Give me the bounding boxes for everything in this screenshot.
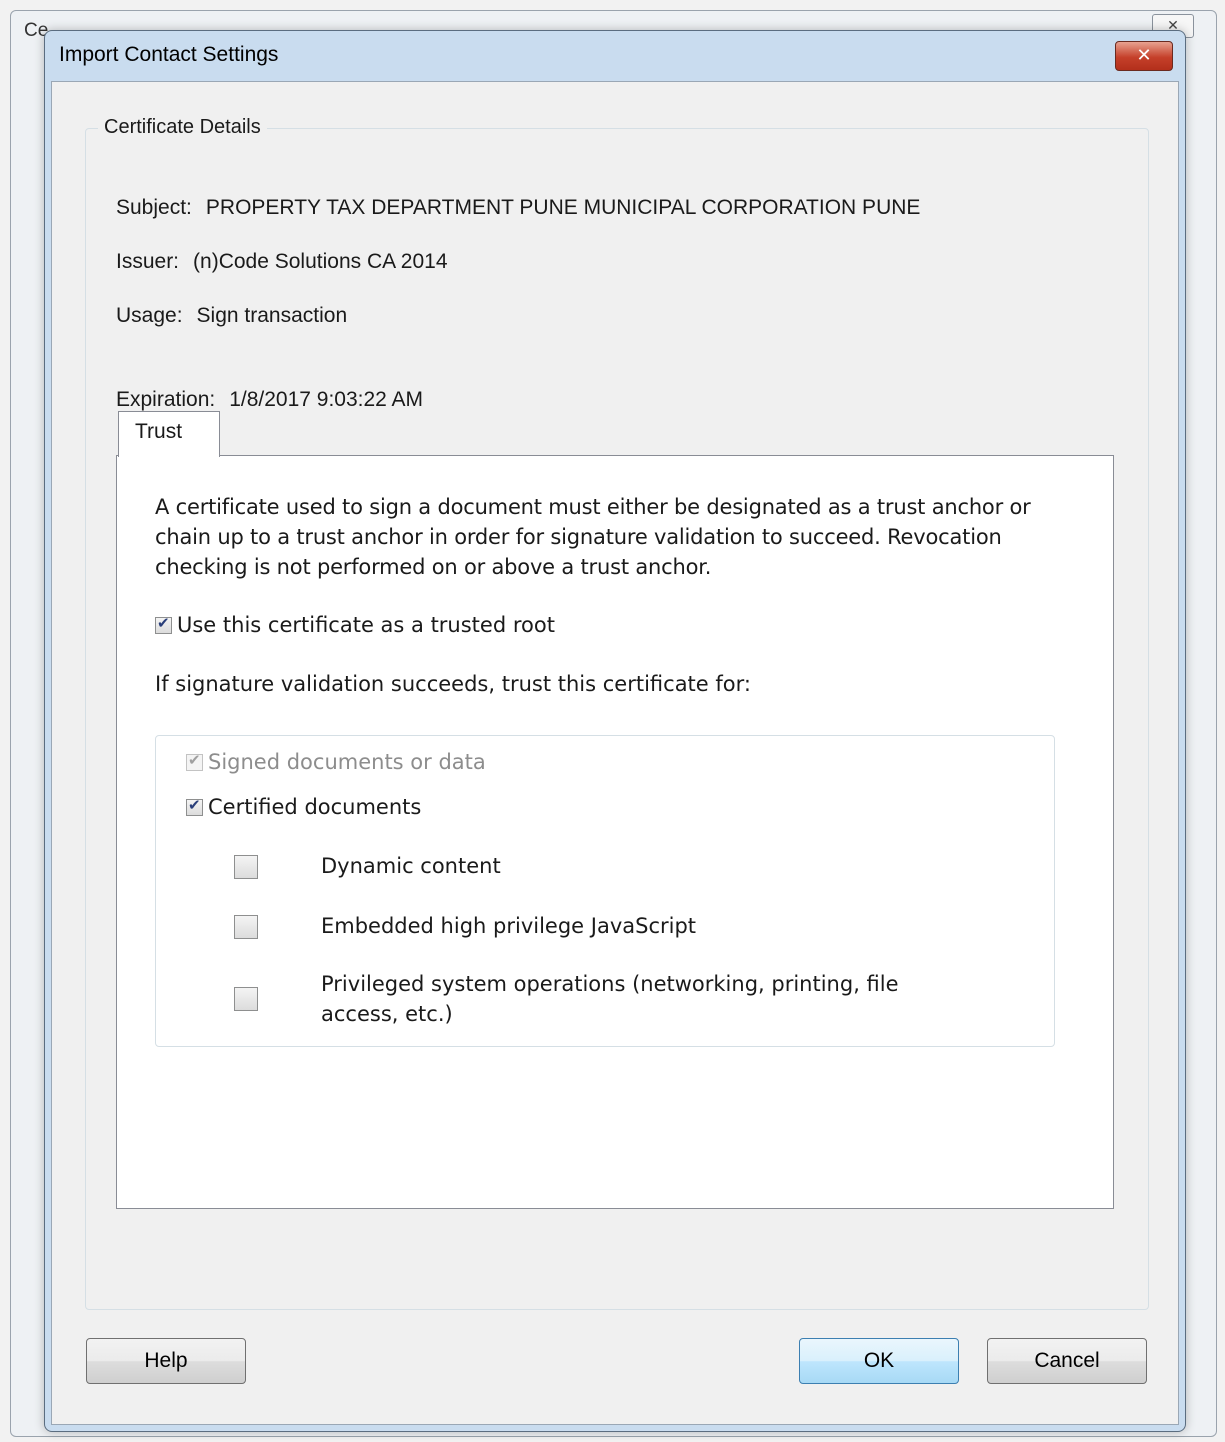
usage-label: Usage:	[116, 304, 183, 327]
signed-docs-label: Signed documents or data	[208, 750, 486, 774]
subject-row: Subject: PROPERTY TAX DEPARTMENT PUNE MUN…	[116, 196, 920, 220]
trust-for-row: If signature validation succeeds, trust …	[155, 672, 751, 696]
signed-docs-checkbox	[186, 751, 203, 771]
expiration-label: Expiration:	[116, 388, 216, 411]
dynamic-content-label: Dynamic content	[321, 854, 501, 878]
system-operations-label: Privileged system operations (networking…	[321, 972, 899, 1026]
ok-button[interactable]: OK	[799, 1338, 959, 1384]
tab-trust[interactable]: Trust	[118, 411, 220, 457]
certified-docs-checkbox[interactable]	[186, 796, 203, 816]
import-contact-settings-dialog: Import Contact Settings ✕ Certificate De…	[44, 30, 1186, 1432]
expiration-row: Expiration: 1/8/2017 9:03:22 AM	[116, 388, 423, 412]
trust-tab-panel: A certificate used to sign a document mu…	[116, 455, 1114, 1209]
issuer-row: Issuer: (n)Code Solutions CA 2014	[116, 250, 448, 274]
system-operations-checkbox[interactable]	[234, 987, 258, 1011]
issuer-value: (n)Code Solutions CA 2014	[193, 250, 448, 273]
javascript-checkbox[interactable]	[234, 915, 258, 939]
trust-permissions-group: Signed documents or data Certified docum…	[155, 735, 1055, 1047]
certified-docs-checkbox-row[interactable]: Certified documents	[186, 795, 421, 819]
usage-row: Usage: Sign transaction	[116, 304, 347, 328]
cancel-button[interactable]: Cancel	[987, 1338, 1147, 1384]
dialog-titlebar[interactable]: Import Contact Settings ✕	[45, 31, 1185, 81]
dialog-title: Import Contact Settings	[59, 43, 279, 66]
subject-value: PROPERTY TAX DEPARTMENT PUNE MUNICIPAL C…	[205, 196, 921, 219]
certificate-details-title: Certificate Details	[98, 116, 267, 139]
dynamic-content-checkbox[interactable]	[234, 855, 258, 879]
dialog-client-area: Certificate Details Subject: PROPERTY TAX…	[51, 81, 1179, 1425]
help-button[interactable]: Help	[86, 1338, 246, 1384]
certified-docs-label: Certified documents	[208, 795, 422, 819]
usage-value: Sign transaction	[196, 304, 348, 327]
trust-for-label: If signature validation succeeds, trust …	[155, 672, 751, 696]
signed-docs-checkbox-row: Signed documents or data	[186, 750, 486, 774]
trust-description: A certificate used to sign a document mu…	[155, 495, 1031, 579]
trusted-root-checkbox-row[interactable]: Use this certificate as a trusted root	[155, 613, 555, 637]
close-button[interactable]: ✕	[1115, 41, 1173, 71]
javascript-label: Embedded high privilege JavaScript	[321, 914, 697, 938]
expiration-value: 1/8/2017 9:03:22 AM	[229, 388, 424, 411]
trusted-root-checkbox[interactable]	[155, 614, 172, 634]
issuer-label: Issuer:	[116, 250, 180, 273]
subject-label: Subject:	[116, 196, 192, 219]
trusted-root-label: Use this certificate as a trusted root	[177, 613, 555, 637]
